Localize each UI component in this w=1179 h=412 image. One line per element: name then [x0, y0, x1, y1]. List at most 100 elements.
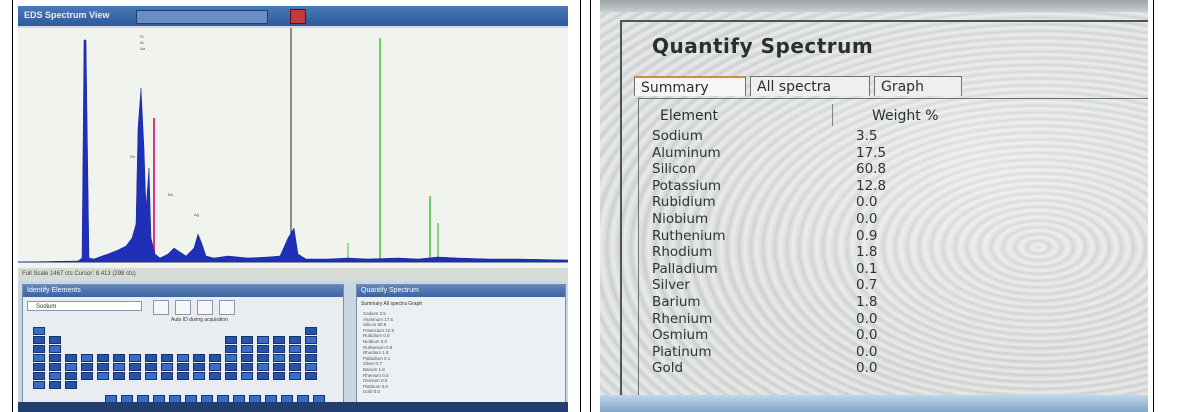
- element-cell[interactable]: [33, 336, 45, 344]
- element-cell[interactable]: [161, 354, 173, 362]
- element-select[interactable]: Sodium: [27, 301, 142, 311]
- element-cell[interactable]: [145, 372, 157, 380]
- element-cell[interactable]: [257, 372, 269, 380]
- row-element-name: Rhodium: [652, 244, 713, 261]
- element-cell[interactable]: [97, 372, 109, 380]
- element-cell[interactable]: [305, 327, 317, 335]
- column-separator[interactable]: [832, 104, 833, 126]
- element-cell[interactable]: [113, 363, 125, 371]
- element-cell[interactable]: [65, 381, 77, 389]
- element-cell[interactable]: [177, 363, 189, 371]
- element-cell[interactable]: [241, 354, 253, 362]
- element-cell[interactable]: [177, 372, 189, 380]
- spectrum-select-dropdown[interactable]: [136, 10, 268, 24]
- row-weight-value: 0.0: [856, 211, 878, 227]
- element-cell[interactable]: [273, 354, 285, 362]
- element-cell[interactable]: [305, 363, 317, 371]
- remove-element-button[interactable]: [197, 300, 213, 315]
- element-cell[interactable]: [33, 354, 45, 362]
- peak-label: Na: [140, 46, 146, 51]
- element-cell[interactable]: [49, 381, 61, 389]
- element-cell[interactable]: [305, 345, 317, 353]
- element-cell[interactable]: [193, 363, 205, 371]
- element-cell[interactable]: [257, 345, 269, 353]
- element-cell[interactable]: [225, 336, 237, 344]
- element-cell[interactable]: [225, 363, 237, 371]
- element-cell[interactable]: [65, 363, 77, 371]
- element-cell[interactable]: [49, 363, 61, 371]
- element-cell[interactable]: [289, 363, 301, 371]
- element-cell[interactable]: [225, 372, 237, 380]
- element-cell[interactable]: [273, 372, 285, 380]
- row-element-name: Potassium: [652, 177, 722, 194]
- window-title: EDS Spectrum View: [24, 10, 110, 20]
- element-cell[interactable]: [273, 363, 285, 371]
- element-cell[interactable]: [129, 363, 141, 371]
- quantify-tabs-small[interactable]: Summary All spectra Graph: [361, 301, 422, 307]
- element-cell[interactable]: [305, 354, 317, 362]
- element-cell[interactable]: [257, 363, 269, 371]
- element-cell[interactable]: [241, 345, 253, 353]
- element-cell[interactable]: [97, 363, 109, 371]
- row-weight-value: 1.8: [856, 294, 878, 310]
- element-cell[interactable]: [289, 345, 301, 353]
- element-cell[interactable]: [49, 354, 61, 362]
- element-cell[interactable]: [305, 336, 317, 344]
- element-cell[interactable]: [49, 336, 61, 344]
- element-cell[interactable]: [289, 354, 301, 362]
- element-cell[interactable]: [289, 336, 301, 344]
- element-cell[interactable]: [257, 336, 269, 344]
- element-cell[interactable]: [289, 372, 301, 380]
- element-cell[interactable]: [113, 372, 125, 380]
- close-icon[interactable]: [290, 9, 306, 24]
- element-cell[interactable]: [209, 363, 221, 371]
- element-cell[interactable]: [129, 354, 141, 362]
- element-cell[interactable]: [113, 354, 125, 362]
- search-button[interactable]: [175, 300, 191, 315]
- element-cell[interactable]: [241, 363, 253, 371]
- element-cell[interactable]: [273, 336, 285, 344]
- spectrum-plot[interactable]: Si Al Na Rh Ba Ag: [18, 28, 568, 268]
- element-cell[interactable]: [273, 345, 285, 353]
- element-cell[interactable]: [225, 354, 237, 362]
- element-cell[interactable]: [257, 354, 269, 362]
- element-cell[interactable]: [193, 354, 205, 362]
- taskbar: [18, 402, 568, 412]
- element-cell[interactable]: [209, 372, 221, 380]
- add-element-button[interactable]: [153, 300, 169, 315]
- element-cell[interactable]: [241, 336, 253, 344]
- element-cell[interactable]: [177, 354, 189, 362]
- element-cell[interactable]: [225, 345, 237, 353]
- element-cell[interactable]: [65, 354, 77, 362]
- column-header-weight[interactable]: Weight %: [872, 108, 939, 124]
- element-cell[interactable]: [33, 372, 45, 380]
- element-cell[interactable]: [97, 354, 109, 362]
- element-cell[interactable]: [145, 363, 157, 371]
- element-cell[interactable]: [81, 354, 93, 362]
- element-cell[interactable]: [65, 372, 77, 380]
- element-cell[interactable]: [33, 363, 45, 371]
- tab-all-spectra[interactable]: All spectra: [750, 76, 870, 96]
- auto-id-label[interactable]: Auto ID during acquisition: [171, 317, 228, 323]
- element-cell[interactable]: [81, 372, 93, 380]
- element-cell[interactable]: [209, 354, 221, 362]
- element-cell[interactable]: [33, 381, 45, 389]
- element-cell[interactable]: [33, 345, 45, 353]
- element-cell[interactable]: [81, 363, 93, 371]
- tab-graph[interactable]: Graph: [874, 76, 962, 96]
- element-cell[interactable]: [49, 345, 61, 353]
- element-cell[interactable]: [241, 372, 253, 380]
- element-cell[interactable]: [161, 372, 173, 380]
- tab-summary[interactable]: Summary: [634, 76, 746, 96]
- element-cell[interactable]: [305, 372, 317, 380]
- label-button[interactable]: [219, 300, 235, 315]
- element-cell[interactable]: [161, 363, 173, 371]
- element-cell[interactable]: [33, 327, 45, 335]
- column-header-element[interactable]: Element: [660, 108, 718, 124]
- element-cell[interactable]: [193, 372, 205, 380]
- periodic-table[interactable]: [33, 327, 333, 407]
- element-cell[interactable]: [145, 354, 157, 362]
- element-cell[interactable]: [129, 372, 141, 380]
- element-cell[interactable]: [49, 372, 61, 380]
- spectrum-graph: Si Al Na Rh Ba Ag: [18, 28, 568, 263]
